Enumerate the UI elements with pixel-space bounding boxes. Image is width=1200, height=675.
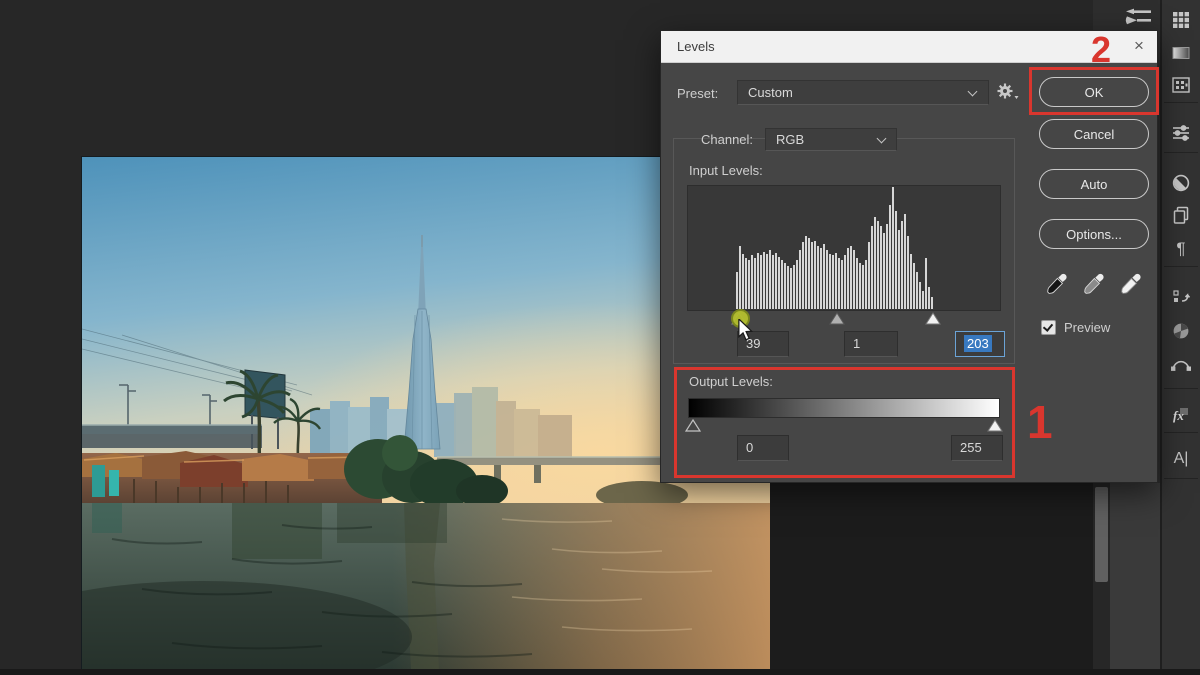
bottom-strip [0,669,1200,675]
photo-water [82,503,770,670]
photoshop-workspace: ¶ f [0,0,1200,675]
workspace-background [770,483,1093,675]
preset-options-gear-icon[interactable] [995,81,1019,101]
channel-dropdown[interactable]: RGB [765,128,897,151]
shoreline [82,451,382,503]
output-levels-label: Output Levels: [689,374,773,389]
paragraph-icon[interactable]: ¶ [1162,236,1200,262]
mouse-cursor [737,319,753,341]
preview-label: Preview [1064,320,1110,335]
chevron-down-icon [877,134,887,144]
annotation-step-1: 1 [1027,399,1053,445]
brushes-panel-icon[interactable] [1120,4,1158,28]
character-icon[interactable]: A| [1162,446,1200,472]
strip-divider [1164,478,1198,479]
black-point-eyedropper-icon[interactable] [1043,271,1070,298]
cancel-button[interactable]: Cancel [1039,119,1149,149]
preset-value: Custom [748,85,793,100]
panel-icon-strip: ¶ f [1162,0,1200,675]
gradient-icon[interactable] [1162,40,1200,66]
tone-circle-icon[interactable] [1162,170,1200,196]
gray-point-eyedropper-icon[interactable] [1080,271,1107,298]
white-point-eyedropper-icon[interactable] [1117,271,1144,298]
strip-divider [1164,152,1198,153]
input-levels-label: Input Levels: [689,163,763,178]
strip-divider [1164,388,1198,389]
preview-checkbox[interactable] [1041,320,1056,335]
pen-path-icon[interactable] [1162,352,1200,378]
dialog-titlebar[interactable]: Levels 2 × [661,31,1157,63]
output-black-slider[interactable] [685,419,701,432]
output-white-field[interactable]: 255 [951,435,1003,461]
preset-dropdown[interactable]: Custom [737,80,989,105]
strip-divider [1164,102,1198,103]
levels-dialog: Levels 2 × Preset: Custom OK Cancel [660,30,1158,483]
options-button[interactable]: Options... [1039,219,1149,249]
fx-icon[interactable]: fx [1162,402,1200,428]
output-white-slider[interactable] [987,419,1003,432]
channel-label: Channel: [701,132,753,147]
auto-button[interactable]: Auto [1039,169,1149,199]
swatches-grid-icon[interactable] [1162,6,1200,32]
dialog-title: Levels [677,31,715,63]
adjust-sliders-icon[interactable] [1162,120,1200,146]
pattern-icon[interactable] [1162,72,1200,98]
strip-divider [1164,266,1198,267]
libraries-icon[interactable] [1162,202,1200,228]
selected-text: 203 [964,335,992,352]
output-gradient-bar [688,398,1000,418]
glyphs-icon[interactable] [1162,284,1200,310]
output-black-field[interactable]: 0 [737,435,789,461]
annotation-step-2: 2 [1091,32,1111,68]
input-white-slider[interactable] [925,312,941,325]
chevron-down-icon [968,87,978,97]
levels-histogram [687,185,1001,311]
input-gamma-slider[interactable] [829,312,845,325]
close-icon[interactable]: × [1121,31,1157,63]
ok-button[interactable]: OK [1039,77,1149,107]
strip-divider [1164,432,1198,433]
preset-label: Preset: [677,86,718,101]
channel-value: RGB [776,132,804,147]
panel-column-lower [1110,483,1162,675]
input-white-field[interactable]: 203 [955,331,1005,357]
textures-sphere-icon[interactable] [1162,318,1200,344]
input-gamma-field[interactable]: 1 [844,331,898,357]
panel-scrollbar-thumb[interactable] [1095,487,1108,582]
svg-text:fx: fx [1173,408,1184,423]
